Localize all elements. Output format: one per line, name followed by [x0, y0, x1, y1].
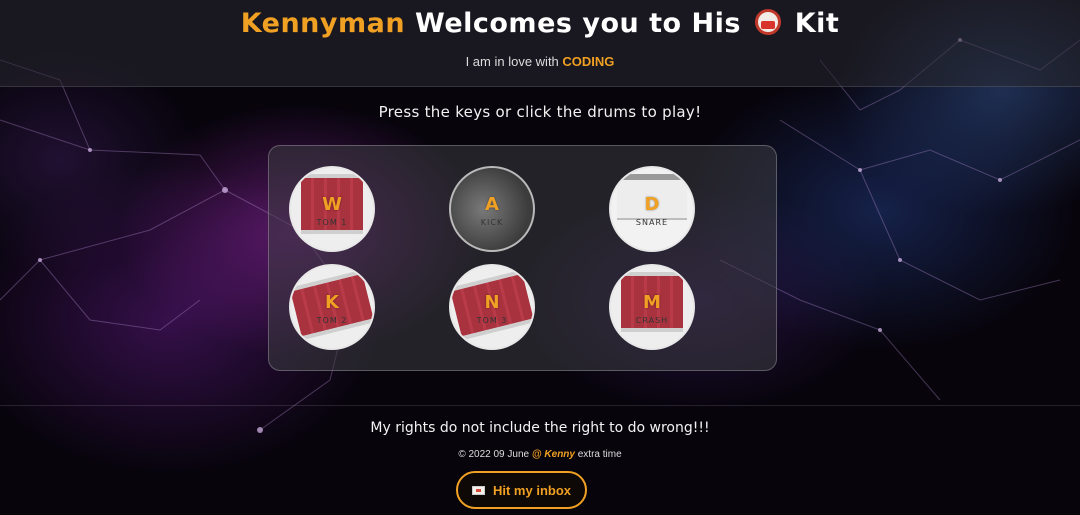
drum-label: CRASH [635, 316, 669, 325]
mail-icon [471, 485, 485, 495]
page-title: Kennyman Welcomes you to His Kit [0, 8, 1080, 39]
drum-button-n[interactable]: N TOM 3 [449, 264, 535, 350]
drum-kit-panel: W TOM 1 A KICK D SNARE K TOM 2 N TOM 3 M… [268, 145, 777, 371]
drum-label: TOM 3 [476, 316, 508, 325]
footer-divider [0, 405, 1080, 406]
drum-button-m[interactable]: M CRASH [609, 264, 695, 350]
copyright-prefix: © 2022 09 June [458, 449, 532, 460]
title-text-end: Kit [784, 8, 840, 39]
copyright-author: @ Kenny [531, 449, 575, 460]
footer-quote: My rights do not include the right to do… [370, 420, 710, 436]
drum-button-a[interactable]: A KICK [449, 166, 535, 252]
instructions: Press the keys or click the drums to pla… [378, 103, 702, 121]
title-text: Welcomes you to His [405, 8, 751, 39]
subtitle: I am in love with CODING [0, 54, 1080, 69]
subtitle-highlight: CODING [562, 54, 615, 69]
subtitle-text: I am in love with [465, 54, 563, 69]
inbox-label: Hit my inbox [492, 482, 571, 498]
drum-button-w[interactable]: W TOM 1 [289, 166, 375, 252]
drum-button-k[interactable]: K TOM 2 [289, 264, 375, 350]
drum-icon [754, 9, 781, 35]
copyright-suffix: extra time [574, 449, 622, 460]
title-name: Kennyman [240, 8, 406, 39]
drum-key: D [644, 194, 660, 215]
copyright: © 2022 09 June @ Kenny extra time [0, 449, 1080, 460]
drum-label: TOM 1 [316, 218, 348, 227]
drum-button-d[interactable]: D SNARE [609, 166, 695, 252]
drum-label: TOM 2 [316, 316, 348, 325]
drum-key: M [643, 292, 661, 313]
drum-key: W [322, 194, 342, 215]
header: Kennyman Welcomes you to His Kit I am in… [0, 0, 1080, 87]
drum-key: A [485, 194, 499, 215]
drum-label: SNARE [635, 218, 669, 227]
drum-key: N [484, 292, 500, 313]
drum-label: KICK [480, 218, 504, 227]
inbox-button[interactable]: Hit my inbox [456, 471, 587, 509]
drum-key: K [325, 292, 339, 313]
